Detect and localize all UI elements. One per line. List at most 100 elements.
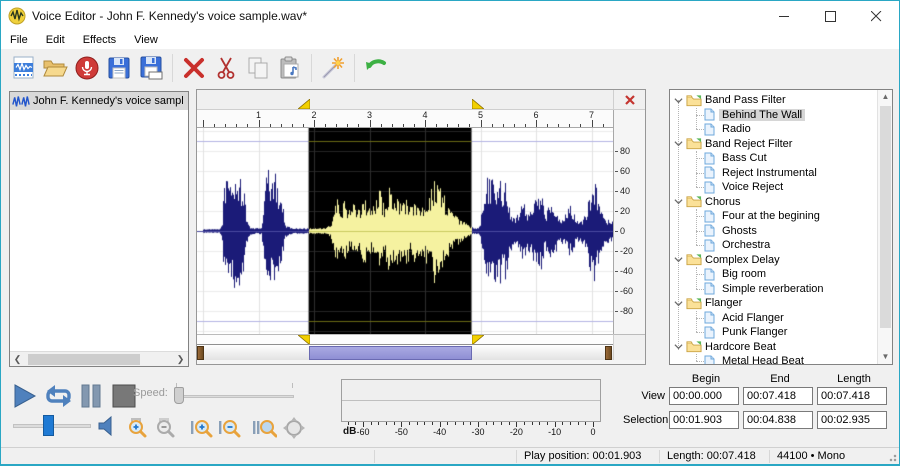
tree-group-complex-delay[interactable]: Complex Delay xyxy=(670,253,876,268)
tree-vscrollbar[interactable]: ▲ ▼ xyxy=(877,90,892,364)
tree-item-orchestra[interactable]: Orchestra xyxy=(670,238,876,253)
waveform-canvas[interactable] xyxy=(197,128,613,334)
undo-button[interactable] xyxy=(360,52,392,84)
maximize-button[interactable] xyxy=(807,1,853,31)
axis-tick xyxy=(615,191,618,192)
time-ruler[interactable]: 1234567 xyxy=(197,110,613,128)
zoom-all-button[interactable] xyxy=(283,417,305,444)
selection-end-marker-icon[interactable] xyxy=(472,99,484,109)
selection-length-field[interactable]: 00:02.935 xyxy=(817,411,887,429)
axis-label: 60 xyxy=(620,166,630,176)
close-wave-icon[interactable] xyxy=(625,95,635,105)
ruler-tick xyxy=(447,124,448,127)
chevron-down-icon[interactable] xyxy=(674,139,683,148)
menu-edit[interactable]: Edit xyxy=(37,32,74,48)
tree-item-acid-flanger[interactable]: Acid Flanger xyxy=(670,311,876,326)
selection-begin-field[interactable]: 00:01.903 xyxy=(669,411,739,429)
menu-view[interactable]: View xyxy=(125,32,167,48)
marker-strip-top[interactable] xyxy=(197,90,613,110)
tree-item-radio[interactable]: Radio xyxy=(670,122,876,137)
tree-item-bass-cut[interactable]: Bass Cut xyxy=(670,151,876,166)
tree-group-band-pass-filter[interactable]: Band Pass Filter xyxy=(670,93,876,108)
close-button[interactable] xyxy=(853,1,899,31)
tree-item-four-at-the-begining[interactable]: Four at the begining xyxy=(670,209,876,224)
marker-strip-bottom[interactable] xyxy=(197,334,613,344)
menu-file[interactable]: File xyxy=(1,32,37,48)
new-waveform-button[interactable] xyxy=(7,52,39,84)
loop-button[interactable] xyxy=(45,383,73,414)
wave-scrollbar[interactable] xyxy=(197,344,613,360)
tree-group-flanger[interactable]: Flanger xyxy=(670,296,876,311)
zoom-out-horizontal-button[interactable] xyxy=(217,417,241,444)
play-button[interactable] xyxy=(11,383,37,414)
tree-item-metal-head-beat[interactable]: Metal Head Beat xyxy=(670,354,876,365)
toolbar xyxy=(1,49,899,87)
view-length-field[interactable]: 00:07.418 xyxy=(817,387,887,405)
selection-end-field[interactable]: 00:04.838 xyxy=(743,411,813,429)
record-button[interactable] xyxy=(71,52,103,84)
menu-effects[interactable]: Effects xyxy=(74,32,125,48)
tree-item-behind-the-wall[interactable]: Behind The Wall xyxy=(670,108,876,123)
minimize-button[interactable] xyxy=(761,1,807,31)
meter-tick xyxy=(409,422,410,425)
zoom-in-button[interactable] xyxy=(127,417,149,444)
tree-item-reject-instrumental[interactable]: Reject Instrumental xyxy=(670,166,876,181)
pause-button[interactable] xyxy=(79,383,103,414)
scroll-left-icon[interactable]: ❮ xyxy=(10,352,25,366)
wave-editor-panel: 1234567 806040200-20-40-60-80 xyxy=(196,89,646,365)
scroll-up-icon[interactable]: ▲ xyxy=(878,90,893,104)
chevron-down-icon[interactable] xyxy=(674,96,683,105)
paste-button[interactable] xyxy=(274,52,306,84)
view-end-field[interactable]: 00:07.418 xyxy=(743,387,813,405)
tree-item-punk-flanger[interactable]: Punk Flanger xyxy=(670,325,876,340)
volume-slider-thumb[interactable] xyxy=(43,415,54,436)
chevron-down-icon[interactable] xyxy=(674,197,683,206)
meter-tick xyxy=(348,422,349,425)
scrollbar-thumb[interactable] xyxy=(880,106,891,328)
cut-button[interactable] xyxy=(210,52,242,84)
speed-slider-thumb[interactable] xyxy=(174,387,184,404)
tree-group-band-reject-filter[interactable]: Band Reject Filter xyxy=(670,137,876,152)
file-list-hscrollbar[interactable]: ❮ ❯ xyxy=(10,351,188,366)
save-button[interactable] xyxy=(103,52,135,84)
position-table: Begin End Length View 00:00.000 00:07.41… xyxy=(623,373,891,435)
tree-item-voice-reject[interactable]: Voice Reject xyxy=(670,180,876,195)
scroll-right-icon[interactable]: ❯ xyxy=(173,352,188,366)
zoom-in-icon xyxy=(127,417,149,439)
delete-icon xyxy=(181,55,207,81)
open-button[interactable] xyxy=(39,52,71,84)
ruler-tick xyxy=(225,124,226,127)
scroll-cap-left[interactable] xyxy=(197,346,204,360)
save-as-button[interactable] xyxy=(135,52,167,84)
zoom-in-horizontal-button[interactable] xyxy=(189,417,213,444)
zoom-out-button[interactable] xyxy=(155,417,177,444)
tree-item-ghosts[interactable]: Ghosts xyxy=(670,224,876,239)
scroll-cap-right[interactable] xyxy=(605,346,612,360)
ruler-tick xyxy=(603,124,604,127)
speed-slider-track[interactable] xyxy=(174,395,294,398)
chevron-down-icon[interactable] xyxy=(674,299,683,308)
selection-begin-marker-icon[interactable] xyxy=(298,99,310,109)
delete-button[interactable] xyxy=(178,52,210,84)
ruler-tick xyxy=(547,124,548,127)
open-folder-icon xyxy=(42,55,68,81)
tree-group-chorus[interactable]: Chorus xyxy=(670,195,876,210)
file-list-item[interactable]: John F. Kennedy's voice sampl xyxy=(10,92,188,110)
effect-wand-button[interactable] xyxy=(317,52,349,84)
view-begin-field[interactable]: 00:00.000 xyxy=(669,387,739,405)
zoom-out-icon xyxy=(155,417,177,439)
tree-group-hardcore-beat[interactable]: Hardcore Beat xyxy=(670,340,876,355)
chevron-down-icon[interactable] xyxy=(674,255,683,264)
copy-button[interactable] xyxy=(242,52,274,84)
scroll-down-icon[interactable]: ▼ xyxy=(878,350,893,364)
zoom-selection-button[interactable] xyxy=(251,417,277,444)
tree-item-big-room[interactable]: Big room xyxy=(670,267,876,282)
resize-grip-icon[interactable] xyxy=(887,452,897,462)
scrollbar-selection-region[interactable] xyxy=(309,346,472,360)
scrollbar-thumb[interactable] xyxy=(28,354,140,365)
mute-button[interactable] xyxy=(97,415,119,442)
col-header-length: Length xyxy=(817,373,891,385)
tree-item-simple-reverberation[interactable]: Simple reverberation xyxy=(670,282,876,297)
chevron-down-icon[interactable] xyxy=(674,342,683,351)
speaker-icon xyxy=(97,415,119,437)
